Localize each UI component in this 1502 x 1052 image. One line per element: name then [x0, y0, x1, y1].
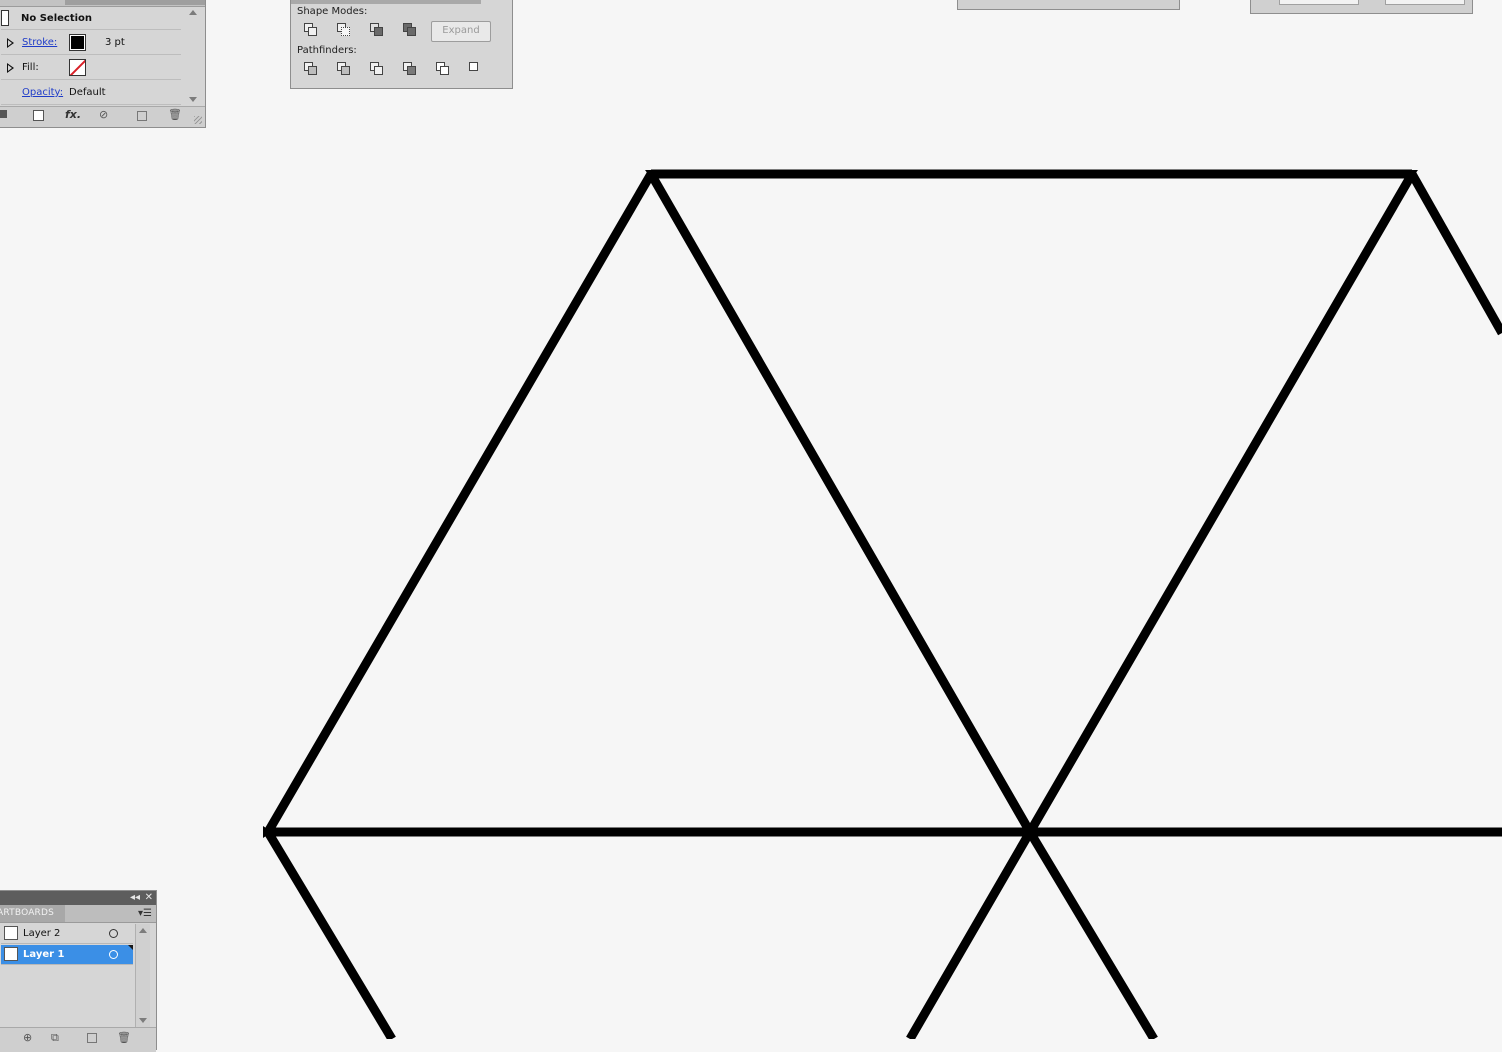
- locate-object-icon[interactable]: ⊕: [23, 1031, 32, 1044]
- stroke-row[interactable]: Stroke: 3 pt: [1, 31, 181, 55]
- selection-row: No Selection: [1, 7, 181, 30]
- fx-icon[interactable]: fx.: [65, 108, 81, 121]
- add-fill-icon[interactable]: [33, 110, 44, 121]
- opacity-row[interactable]: Opacity: Default: [1, 81, 181, 105]
- current-layer-indicator-icon: [128, 945, 133, 950]
- minus-back-icon[interactable]: [468, 61, 484, 77]
- artboard-canvas[interactable]: [0, 0, 1502, 1039]
- collapse-panel-icon[interactable]: ◂◂: [130, 892, 140, 903]
- delete-item-icon[interactable]: 🗑: [168, 108, 182, 121]
- delete-layer-icon[interactable]: 🗑: [117, 1031, 131, 1044]
- scroll-down-icon[interactable]: [189, 97, 197, 102]
- scroll-up-icon[interactable]: [189, 10, 197, 15]
- minus-front-icon[interactable]: [336, 22, 352, 38]
- pathfinder-panel: Shape Modes: Expand Pathfinders:: [290, 0, 513, 89]
- artboards-tab[interactable]: ARTBOARDS: [0, 905, 65, 922]
- exclude-icon[interactable]: [402, 22, 418, 38]
- intersect-icon[interactable]: [369, 22, 385, 38]
- appearance-tabstrip: [0, 0, 205, 7]
- path-segment[interactable]: [906, 829, 1034, 1039]
- merge-icon[interactable]: [369, 61, 385, 77]
- appearance-panel: No Selection Stroke: 3 pt Fill: Opacity:…: [0, 0, 206, 128]
- layers-scrollbar[interactable]: [135, 924, 150, 1027]
- stroke-color-swatch[interactable]: [69, 34, 86, 51]
- path-segment[interactable]: [1026, 829, 1158, 1039]
- layers-tabbar: ARTBOARDS ▾☰: [0, 905, 156, 923]
- add-stroke-icon[interactable]: [0, 110, 7, 118]
- stroke-weight-value[interactable]: 3 pt: [105, 37, 125, 48]
- selection-label: No Selection: [21, 13, 93, 24]
- layer-name[interactable]: Layer 2: [23, 928, 60, 939]
- close-panel-icon[interactable]: ✕: [145, 892, 153, 903]
- panel-menu-icon[interactable]: ▾☰: [138, 908, 152, 919]
- opacity-value: Default: [69, 87, 106, 98]
- stroke-label[interactable]: Stroke:: [22, 37, 57, 48]
- path-segment[interactable]: [1026, 171, 1416, 835]
- width-field[interactable]: [1279, 0, 1359, 5]
- scroll-down-icon[interactable]: [139, 1018, 147, 1023]
- layers-titlebar[interactable]: ◂◂ ✕: [0, 891, 156, 905]
- expand-button[interactable]: Expand: [431, 21, 491, 42]
- layer-name[interactable]: Layer 1: [23, 949, 64, 960]
- layers-panel: ◂◂ ✕ ARTBOARDS ▾☰ Layer 2 Layer 1 ⊕ ⧉ 🗑: [0, 890, 157, 1052]
- path-segment[interactable]: [647, 171, 1034, 835]
- clear-appearance-icon[interactable]: ⊘: [99, 108, 108, 121]
- layer-thumbnail: [4, 926, 18, 940]
- path-segment[interactable]: [264, 829, 396, 1039]
- layer-row[interactable]: Layer 1: [1, 945, 133, 965]
- height-field[interactable]: [1385, 0, 1465, 5]
- trim-icon[interactable]: [336, 61, 352, 77]
- target-icon[interactable]: [109, 929, 118, 938]
- outline-icon[interactable]: [435, 61, 451, 77]
- fill-row[interactable]: Fill:: [1, 56, 181, 80]
- target-icon[interactable]: [109, 950, 118, 959]
- path-segment[interactable]: [1408, 171, 1502, 336]
- duplicate-item-icon[interactable]: [137, 111, 147, 121]
- divide-icon[interactable]: [303, 61, 319, 77]
- opacity-label[interactable]: Opacity:: [22, 87, 63, 98]
- fill-label: Fill:: [22, 62, 39, 73]
- path-segment[interactable]: [264, 171, 655, 835]
- layers-bottom-toolbar: ⊕ ⧉ 🗑: [0, 1027, 156, 1052]
- new-layer-icon[interactable]: [87, 1033, 97, 1043]
- appearance-tab[interactable]: [65, 0, 205, 5]
- fill-none-swatch[interactable]: [69, 59, 86, 76]
- fill-disclosure-icon[interactable]: [7, 63, 14, 73]
- resize-grip-icon[interactable]: [194, 116, 202, 124]
- appearance-scrollbar[interactable]: [187, 8, 199, 104]
- selection-thumbnail: [1, 10, 9, 26]
- layer-row[interactable]: Layer 2: [1, 924, 133, 944]
- shape-modes-label: Shape Modes:: [297, 6, 368, 17]
- transform-panel-fragment: [1250, 0, 1473, 14]
- crop-icon[interactable]: [402, 61, 418, 77]
- make-clipping-mask-icon[interactable]: ⧉: [51, 1031, 59, 1045]
- appearance-bottom-toolbar: fx. ⊘ 🗑: [0, 106, 205, 127]
- triangle-grid-artwork[interactable]: [264, 169, 1502, 1039]
- stroke-disclosure-icon[interactable]: [7, 38, 14, 48]
- unite-icon[interactable]: [303, 22, 319, 38]
- pathfinders-label: Pathfinders:: [297, 45, 357, 56]
- layer-thumbnail: [4, 947, 18, 961]
- pathfinder-tab[interactable]: [291, 0, 481, 4]
- top-panel-fragment: [957, 0, 1180, 10]
- scroll-up-icon[interactable]: [139, 928, 147, 933]
